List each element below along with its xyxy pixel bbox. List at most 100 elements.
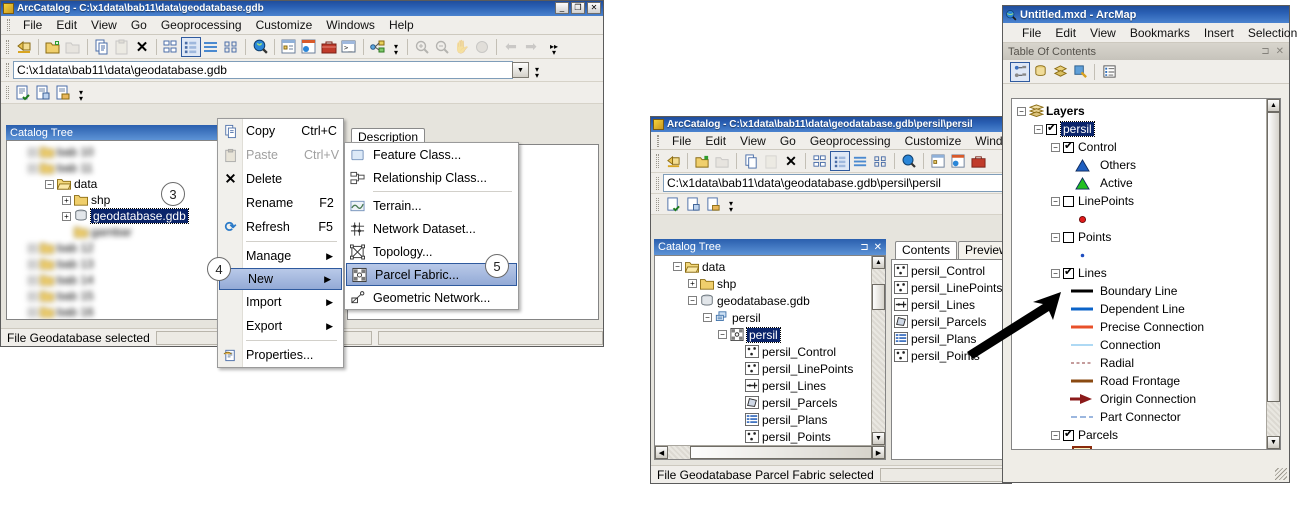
location-toolbar-2[interactable]: C:\x1data\bab11\data\geodatabase.gdb\per… [651,173,1011,194]
menu-edit[interactable]: Edit [49,17,84,33]
tab-contents[interactable]: Contents [895,241,958,259]
new-toolbox-icon[interactable] [53,83,73,103]
contents-list-item[interactable]: persil_Parcels [894,313,1008,330]
tree-item[interactable]: − persil [658,309,871,326]
scroll-thumb[interactable] [690,446,872,459]
toc-layer-row[interactable]: − Points [1017,228,1266,246]
collapse-icon[interactable]: − [673,262,682,271]
copy-icon[interactable] [741,151,761,171]
list-view-icon[interactable] [830,151,850,171]
close-icon[interactable]: ✕ [874,242,882,253]
toc-vertical-scrollbar[interactable]: ▲ ▼ [1266,99,1280,449]
list-by-source-icon[interactable] [1030,62,1050,82]
scroll-up-button[interactable]: ▲ [1267,99,1280,112]
tree-item[interactable]: persil_Points [658,428,871,445]
menu-selection[interactable]: Selection [1241,25,1304,41]
expand-icon[interactable]: + [28,147,37,157]
menu-edit[interactable]: Edit [1048,25,1083,41]
expand-icon[interactable]: + [28,259,37,269]
catalog-window-icon[interactable] [279,37,299,57]
arcmap-resize-grip[interactable] [1275,468,1287,480]
tree-item[interactable]: persil_Control [658,343,871,360]
menu-geoprocessing[interactable]: Geoprocessing [803,133,898,149]
new-file-geodatabase-icon[interactable] [13,83,33,103]
new-personal-geodatabase-icon[interactable] [683,194,703,214]
scroll-left-button[interactable]: ◀ [655,446,668,459]
menu-item-rename[interactable]: Rename F2 [218,191,343,215]
geography-toolbar-2[interactable]: ▾ ▾ [651,194,1011,215]
location-input-2[interactable]: C:\x1data\bab11\data\geodatabase.gdb\per… [663,174,1007,192]
close-button[interactable]: ✕ [587,2,601,14]
arcmap-menubar[interactable]: File Edit View Bookmarks Insert Selectio… [1003,23,1297,43]
details-view-icon[interactable] [201,37,221,57]
thumbnails-view-icon[interactable] [221,37,241,57]
menu-file[interactable]: File [665,133,698,149]
contents-pane[interactable]: persil_Control persil_LinePoints persil_Li… [891,259,1009,460]
pin-icon[interactable]: ⊐ [1261,46,1269,57]
toc-layers-tree[interactable]: −Layers−persil−ControlOthersActive−LineP… [1011,98,1281,450]
arccatalog-window-2[interactable]: ArcCatalog - C:\x1data\bab11\data\geodat… [650,116,1024,484]
menu-item-new[interactable]: New ▶ [219,268,342,290]
layer-visibility-checkbox[interactable] [1046,121,1057,135]
large-icons-view-icon[interactable] [810,151,830,171]
delete-x-icon[interactable]: ✕ [781,151,801,171]
collapse-icon[interactable]: − [1051,268,1060,278]
scroll-thumb[interactable] [1267,112,1280,402]
standard-toolbar-2[interactable]: ✕ [651,150,1011,173]
menu-file[interactable]: File [1015,25,1048,41]
menu-windows[interactable]: Windows [319,17,382,33]
submenu-item-terrain[interactable]: Terrain... [345,194,518,217]
scroll-track[interactable] [1267,402,1280,436]
tree-item[interactable]: persil_Parcels [658,394,871,411]
expand-icon[interactable]: + [28,163,37,173]
catalog-tree-panel-header-2[interactable]: Catalog Tree ⊐ ✕ [654,239,886,255]
collapse-icon[interactable]: − [1051,430,1060,440]
menu-go[interactable]: Go [773,133,803,149]
window-controls[interactable]: _ ❐ ✕ [555,2,601,14]
copy-icon[interactable] [92,37,112,57]
toc-layer-row[interactable]: − Parcels [1017,426,1266,444]
menu-file[interactable]: File [16,17,49,33]
tree-item[interactable]: − geodatabase.gdb [658,292,871,309]
new-file-geodatabase-icon[interactable] [663,194,683,214]
geography-grip-2[interactable] [656,197,659,211]
minimize-button[interactable]: _ [555,2,569,14]
layer-visibility-checkbox[interactable] [1063,195,1074,207]
details-view-icon[interactable] [850,151,870,171]
toc-layer-row[interactable]: − persil [1017,120,1266,138]
model-builder-icon[interactable] [368,37,388,57]
menu-help[interactable]: Help [382,17,421,33]
menu-go[interactable]: Go [124,17,154,33]
menu-view[interactable]: View [84,17,124,33]
geography-overflow-button-2[interactable]: ▾ ▾ [726,195,736,214]
menu-view[interactable]: View [733,133,773,149]
search-icon[interactable] [250,37,270,57]
scroll-track[interactable] [872,269,885,284]
search-icon[interactable] [899,151,919,171]
toc-panel-header[interactable]: Table Of Contents ⊐ ✕ [1003,43,1289,60]
location-dropdown-icon[interactable]: ▼ [512,62,529,78]
scroll-down-button[interactable]: ▼ [1267,436,1280,449]
up-one-level-icon[interactable] [14,37,34,57]
submenu-item-feature-class[interactable]: Feature Class... [345,143,518,166]
location-grip[interactable] [6,63,9,77]
menu-view[interactable]: View [1083,25,1123,41]
large-icons-view-icon[interactable] [161,37,181,57]
tree-item[interactable]: persil_LinePoints [658,360,871,377]
scroll-thumb[interactable] [872,284,885,310]
menu-customize[interactable]: Customize [249,17,320,33]
location-toolbar[interactable]: C:\x1data\bab11\data\geodatabase.gdb ▼ ▾… [1,59,603,82]
geography-grip[interactable] [6,86,9,99]
menu-customize[interactable]: Customize [898,133,969,149]
new-submenu[interactable]: Feature Class... Relationship Class... T… [344,142,519,310]
scroll-track[interactable] [872,310,885,432]
context-menu[interactable]: Copy Ctrl+C Paste Ctrl+V ✕ Delete Rename… [217,118,344,368]
window-titlebar-2[interactable]: ArcCatalog - C:\x1data\bab11\data\geodat… [651,117,1011,132]
tree-item[interactable]: − persil [658,326,871,343]
toolbar-overflow-button[interactable]: ▾ ▾ [391,38,401,56]
close-icon[interactable]: ✕ [1276,46,1284,57]
menu-item-delete[interactable]: ✕ Delete [218,167,343,191]
list-view-icon[interactable] [181,36,201,57]
location-input[interactable]: C:\x1data\bab11\data\geodatabase.gdb [13,61,513,79]
toolbar-overflow-button-2[interactable]: ▸▸ ▾ [549,38,559,56]
